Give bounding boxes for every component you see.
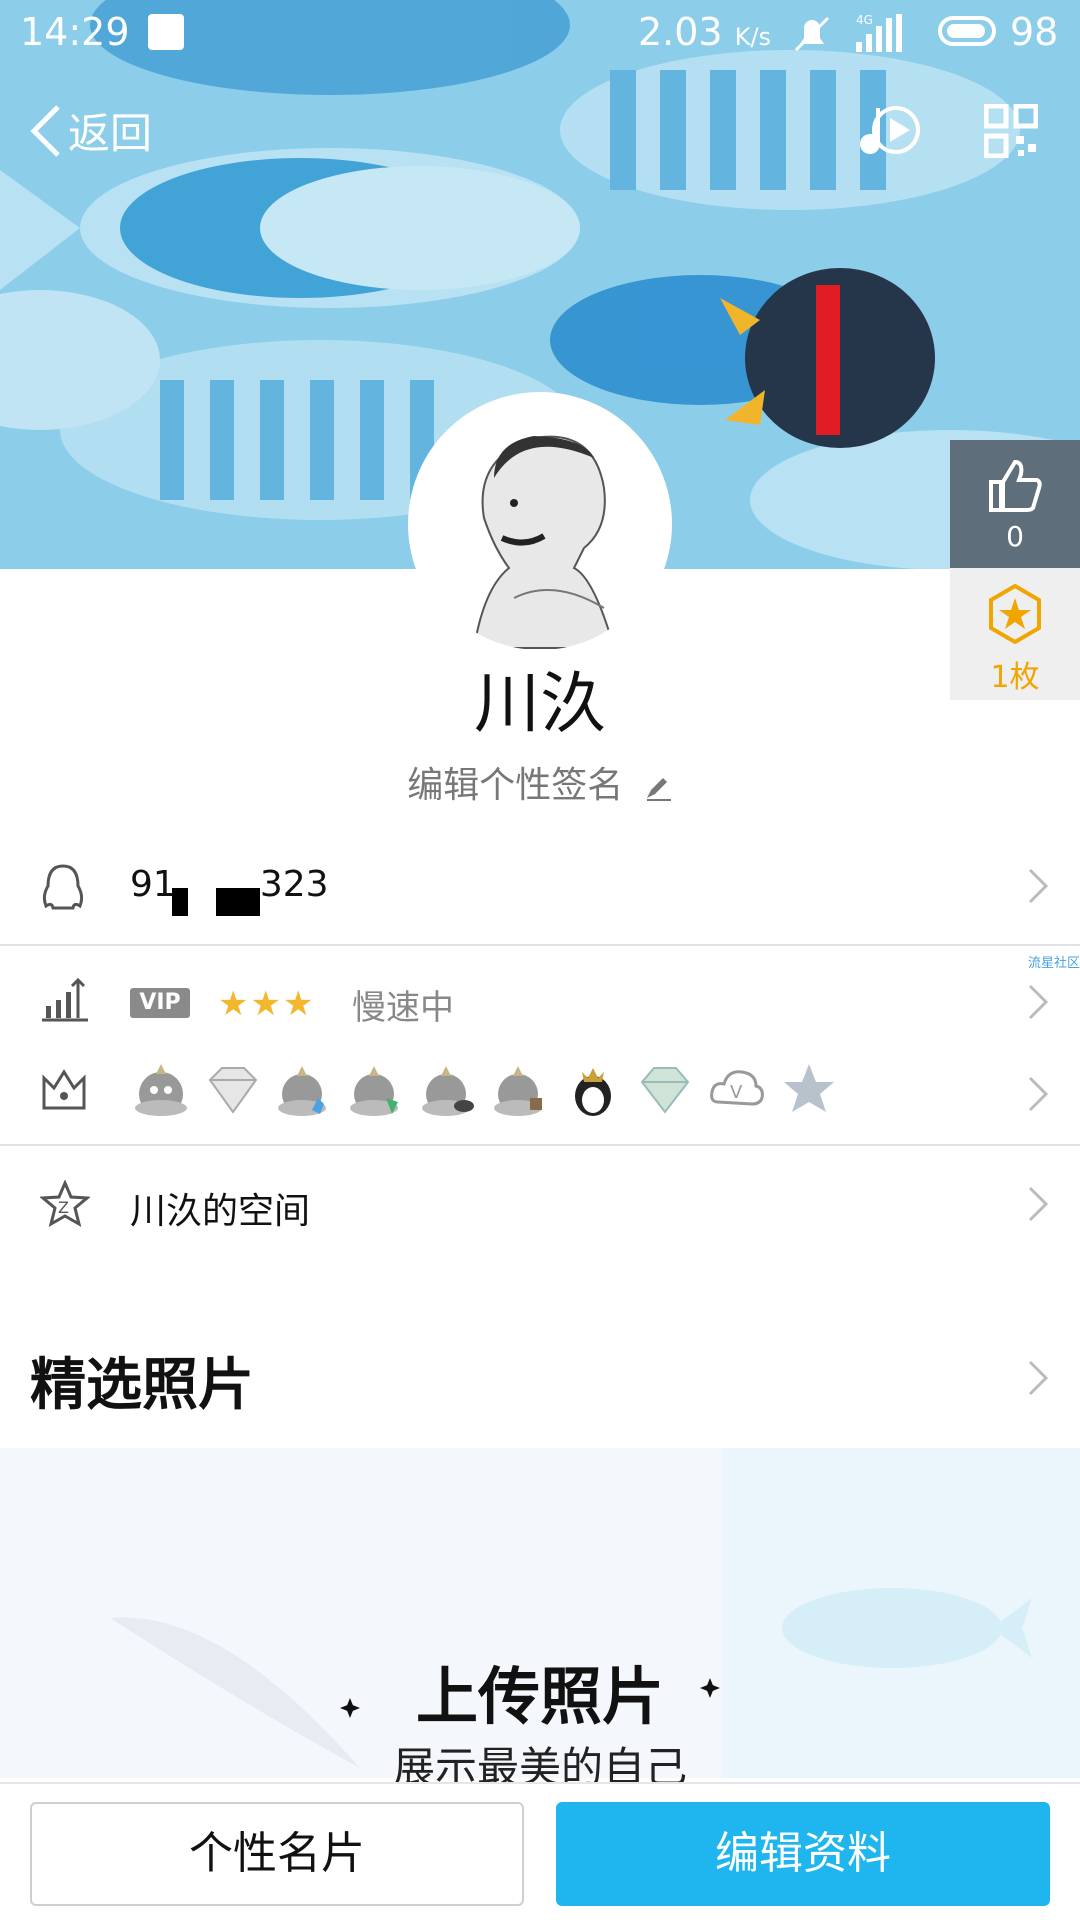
chevron-right-icon [1028, 984, 1049, 1020]
battery-icon [938, 16, 996, 46]
penguin-brown-badge-icon[interactable] [490, 1058, 552, 1120]
signature-label: 编辑个性签名 [407, 765, 624, 806]
pencil-icon [646, 778, 671, 801]
redaction-block [172, 888, 188, 916]
svg-text:V: V [730, 1082, 743, 1103]
featured-photos-title: 精选照片 [30, 1353, 254, 1418]
thumbs-up-icon [989, 459, 1042, 512]
crown-box-icon [42, 1069, 86, 1110]
upload-photo-title: 上传照片 [415, 1660, 664, 1733]
penguin-green-badge-icon[interactable] [346, 1058, 408, 1120]
svg-text:4G: 4G [856, 13, 873, 27]
chevron-right-icon [1028, 1186, 1049, 1222]
penguin-icon [42, 864, 84, 910]
green-diamond-badge-icon[interactable] [634, 1058, 696, 1120]
status-bar: 14:29 2.03 K/s 4G 98 [0, 0, 1080, 66]
chevron-right-icon [1028, 1360, 1049, 1396]
qzone-label: 川汣的空间 [130, 1191, 311, 1232]
battery-level: 98 [1010, 10, 1059, 54]
star-badge-icon[interactable] [778, 1058, 840, 1120]
edit-profile-button[interactable]: 编辑资料 [556, 1802, 1050, 1906]
bottom-action-bar: 个性名片 编辑资料 [0, 1782, 1080, 1922]
back-button[interactable]: 返回 [28, 100, 152, 161]
edit-signature[interactable]: 编辑个性签名 [0, 756, 1080, 808]
vip-status: 慢速中 [352, 988, 454, 1028]
status-time: 14:29 [20, 10, 130, 54]
avatar[interactable] [408, 392, 672, 656]
redaction-block [216, 888, 260, 916]
svg-text:Z: Z [58, 1198, 69, 1217]
penguin-blue-badge-icon[interactable] [274, 1058, 336, 1120]
crown-penguin-badge-icon[interactable] [562, 1058, 624, 1120]
qr-code-icon[interactable] [983, 103, 1039, 162]
nickname: 川汣 [474, 665, 606, 742]
avatar-portrait [414, 398, 666, 650]
mute-bell-icon [790, 12, 834, 65]
vip-stars: ★★★ [218, 984, 316, 1024]
divider [0, 944, 1080, 946]
back-label: 返回 [68, 109, 153, 158]
medal-star-icon [989, 584, 1041, 644]
net-speed: 2.03 K/s [638, 10, 772, 54]
news-icon [148, 14, 184, 50]
qzone-row[interactable]: Z 川汣的空间 [0, 1160, 1080, 1250]
vip-badge: VIP [130, 988, 190, 1018]
back-arrow-icon [30, 104, 60, 157]
signal-icon: 4G [856, 12, 912, 65]
gray-penguin-badge-icon[interactable] [130, 1058, 192, 1120]
level-up-chart-icon [42, 978, 88, 1022]
chevron-right-icon [1028, 868, 1049, 904]
qzone-star-icon: Z [40, 1180, 90, 1228]
like-count: 0 [1006, 520, 1024, 553]
penguin-gamepad-badge-icon[interactable] [418, 1058, 480, 1120]
cloud-v-badge-icon[interactable]: V [706, 1058, 768, 1120]
qq-number-row[interactable]: 91 323 [0, 846, 1080, 946]
diamond-badge-icon[interactable] [202, 1058, 264, 1120]
profile-card-button[interactable]: 个性名片 [30, 1802, 524, 1906]
music-play-icon[interactable] [856, 100, 922, 164]
divider [0, 1144, 1080, 1146]
like-button[interactable]: 0 [950, 440, 1080, 568]
badge-list: V [130, 1058, 840, 1120]
chevron-right-icon [1028, 1076, 1049, 1112]
